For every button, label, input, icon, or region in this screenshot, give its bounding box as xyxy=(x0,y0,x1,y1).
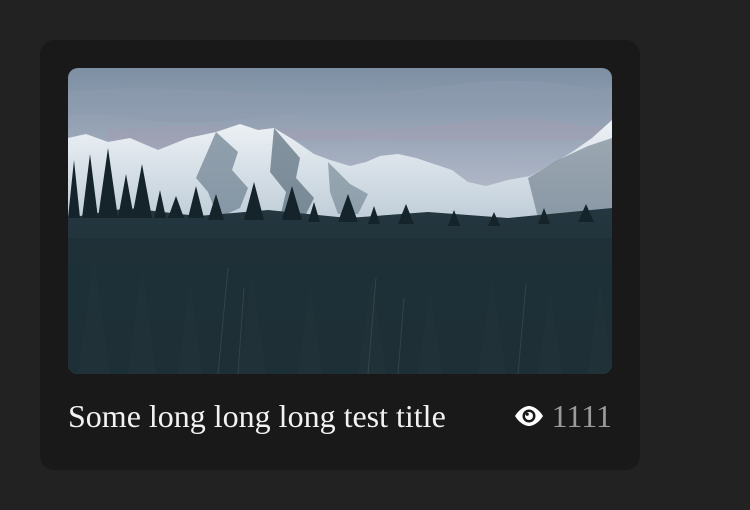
view-count-value: 1111 xyxy=(551,397,612,434)
eye-icon xyxy=(514,406,543,426)
view-count: 1111 xyxy=(514,398,612,435)
thumbnail-image[interactable] xyxy=(68,68,612,374)
card-footer: Some long long long test title 1111 xyxy=(68,392,612,440)
mountain-landscape-illustration xyxy=(68,68,612,374)
video-card[interactable]: Some long long long test title 1111 xyxy=(40,40,640,470)
card-title[interactable]: Some long long long test title xyxy=(68,398,446,435)
